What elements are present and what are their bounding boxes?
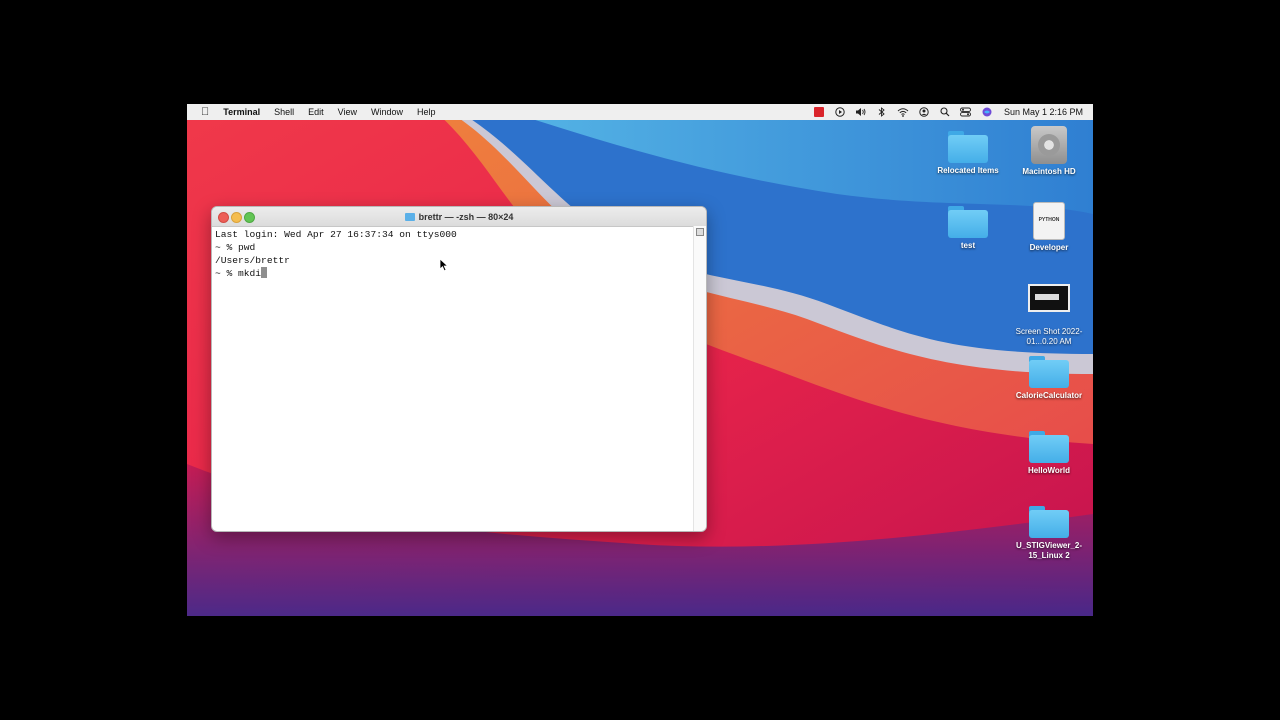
menu-help[interactable]: Help (417, 107, 436, 117)
terminal-title: brettr — -zsh — 80×24 (212, 207, 706, 226)
terminal-title-text: brettr — -zsh — 80×24 (418, 211, 514, 222)
menu-edit[interactable]: Edit (308, 107, 324, 117)
terminal-scrollbar[interactable] (693, 226, 706, 531)
record-icon[interactable] (813, 106, 825, 118)
siri-icon[interactable] (981, 106, 993, 118)
terminal-window[interactable]: brettr — -zsh — 80×24 Last login: Wed Ap… (211, 206, 707, 532)
desktop-icon-label: CalorieCalculator (1015, 391, 1083, 400)
desktop-icon-test[interactable]: test (923, 206, 1013, 251)
terminal-line: /Users/brettr (215, 254, 290, 266)
user-icon[interactable] (918, 106, 930, 118)
terminal-content[interactable]: Last login: Wed Apr 27 16:37:34 on ttys0… (212, 226, 694, 531)
terminal-title-bar[interactable]: brettr — -zsh — 80×24 (212, 207, 706, 227)
desktop-icon-label: test (960, 241, 976, 250)
menu-clock[interactable]: Sun May 1 2:16 PM (1004, 107, 1083, 117)
desktop-icon-label: Relocated Items (937, 166, 999, 175)
menu-app-terminal[interactable]: Terminal (223, 107, 260, 117)
scrollbar-thumb[interactable] (696, 228, 704, 236)
desktop-icon-helloworld[interactable]: HelloWorld (1004, 431, 1093, 476)
terminal-input-line[interactable]: ~ % mkdi (215, 267, 691, 280)
menu-view[interactable]: View (338, 107, 357, 117)
menu-shell[interactable]: Shell (274, 107, 294, 117)
apple-menu-icon[interactable]:  (201, 104, 209, 120)
search-icon[interactable] (939, 106, 951, 118)
folder-icon (1029, 506, 1069, 538)
folder-icon (1029, 431, 1069, 463)
desktop-icon-developer[interactable]: PYTHON Developer (1004, 202, 1093, 253)
status-area: Sun May 1 2:16 PM (813, 104, 1083, 120)
menu-window[interactable]: Window (371, 107, 403, 117)
screenshot-thumbnail-icon (1028, 284, 1070, 312)
folder-icon (1029, 356, 1069, 388)
desktop-icon-caloriecalculator[interactable]: CalorieCalculator (1004, 356, 1093, 401)
desktop-icon-stigviewer[interactable]: U_STIGViewer_2-15_Linux 2 (1004, 506, 1093, 561)
folder-icon (948, 206, 988, 238)
terminal-line: ~ % pwd (215, 241, 256, 253)
wifi-icon[interactable] (897, 106, 909, 118)
desktop-screen:  Terminal Shell Edit View Window Help (187, 104, 1093, 616)
terminal-current-command: ~ % mkdi (215, 268, 262, 280)
menu-bar:  Terminal Shell Edit View Window Help (187, 104, 1093, 120)
mouse-pointer-icon (439, 258, 449, 272)
control-center-icon[interactable] (960, 106, 972, 118)
desktop-icon-label: Macintosh HD (1022, 167, 1076, 176)
desktop-icon-label: HelloWorld (1027, 466, 1071, 475)
folder-icon (404, 212, 415, 221)
desktop-icon-relocated-items[interactable]: Relocated Items (923, 131, 1013, 176)
hard-drive-icon (1031, 126, 1067, 164)
desktop-icon-label: Developer (1029, 243, 1069, 252)
desktop-icon-label: Screen Shot 2022-01...0.20 AM (1015, 327, 1083, 346)
terminal-line: Last login: Wed Apr 27 16:37:34 on ttys0… (215, 229, 457, 240)
text-cursor (261, 267, 268, 279)
desktop-icon-macintosh-hd[interactable]: Macintosh HD (1004, 126, 1093, 177)
play-icon[interactable] (834, 106, 846, 118)
python-badge: PYTHON (1038, 217, 1060, 223)
desktop-icon-label: U_STIGViewer_2-15_Linux 2 (1015, 541, 1083, 560)
volume-icon[interactable] (855, 106, 867, 118)
desktop-icon-screen-shot[interactable]: Screen Shot 2022-01...0.20 AM (1004, 284, 1093, 347)
folder-icon (948, 131, 988, 163)
bluetooth-icon[interactable] (876, 106, 888, 118)
python-file-icon: PYTHON (1033, 202, 1065, 240)
